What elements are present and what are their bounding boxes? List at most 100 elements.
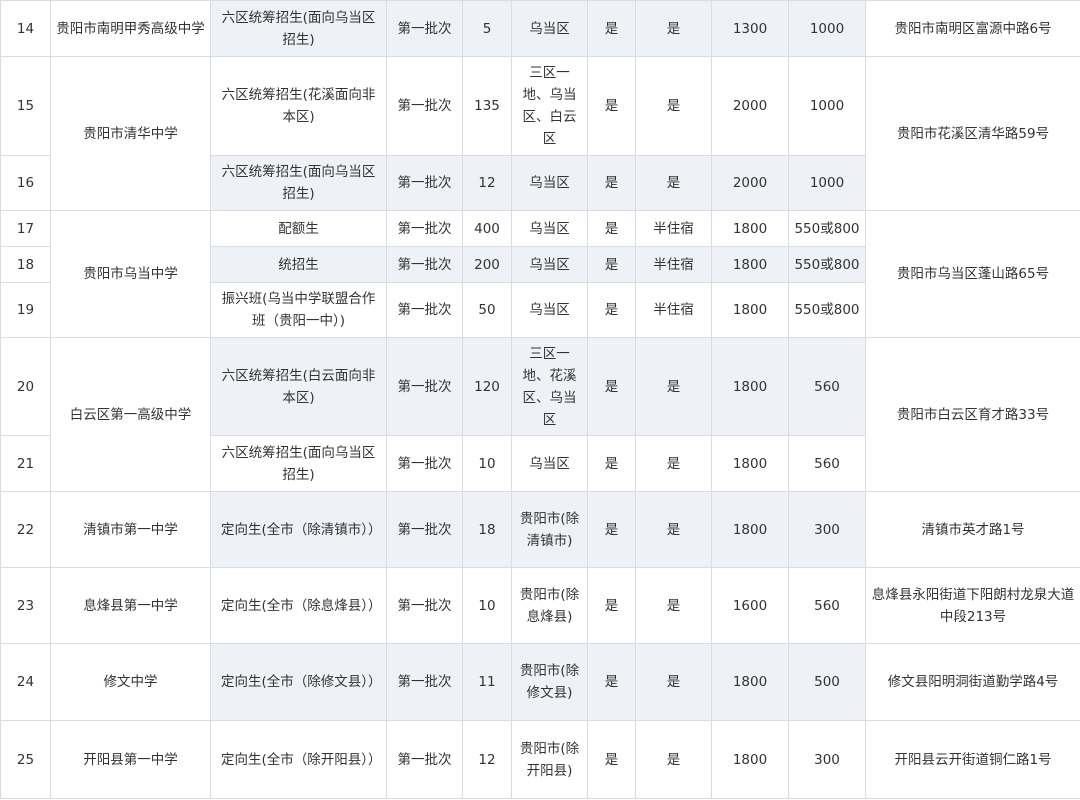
column-value: 是: [587, 337, 636, 436]
school-name: 修文中学: [50, 643, 211, 721]
school-name: 贵阳市南明甲秀高级中学: [50, 0, 211, 57]
row-number: 20: [0, 337, 51, 436]
batch: 第一批次: [386, 0, 463, 57]
table-row: 22 清镇市第一中学 定向生(全市（除清镇市）） 第一批次 18 贵阳市(除清镇…: [0, 491, 1080, 568]
row-number: 18: [0, 246, 51, 283]
boarding-value: 半住宿: [635, 210, 712, 247]
enrollment-type: 六区统筹招生(面向乌当区招生): [210, 435, 387, 492]
enrollment-type: 六区统筹招生(白云面向非本区): [210, 337, 387, 436]
school-name: 贵阳市乌当中学: [50, 210, 211, 338]
row-number: 25: [0, 720, 51, 799]
enrollment-area: 乌当区: [511, 155, 588, 211]
fee-value: 1800: [711, 337, 789, 436]
boarding-value: 是: [635, 491, 712, 568]
enrollment-type: 定向生(全市（除修文县））: [210, 643, 387, 721]
enrollment-type: 定向生(全市（除息烽县））: [210, 567, 387, 644]
school-address: 贵阳市南明区富源中路6号: [865, 0, 1080, 57]
enrollment-area: 乌当区: [511, 282, 588, 338]
column-value: 是: [587, 491, 636, 568]
fee-value: 1000: [788, 155, 866, 211]
enrollment-type: 定向生(全市（除清镇市））: [210, 491, 387, 568]
plan-count: 50: [462, 282, 512, 338]
enrollment-type: 六区统筹招生(面向乌当区招生): [210, 155, 387, 211]
row-number: 21: [0, 435, 51, 492]
fee-value: 1800: [711, 282, 789, 338]
enrollment-area: 贵阳市(除修文县): [511, 643, 588, 721]
column-value: 是: [587, 643, 636, 721]
boarding-value: 是: [635, 435, 712, 492]
fee-value: 560: [788, 435, 866, 492]
row-number: 15: [0, 56, 51, 156]
row-number: 16: [0, 155, 51, 211]
batch: 第一批次: [386, 435, 463, 492]
fee-value: 300: [788, 491, 866, 568]
plan-count: 11: [462, 643, 512, 721]
fee-value: 1800: [711, 491, 789, 568]
fee-value: 300: [788, 720, 866, 799]
enrollment-area: 贵阳市(除清镇市): [511, 491, 588, 568]
fee-value: 1800: [711, 643, 789, 721]
fee-value: 550或800: [788, 246, 866, 283]
table-row: 14 贵阳市南明甲秀高级中学 六区统筹招生(面向乌当区招生) 第一批次 5 乌当…: [0, 0, 1080, 57]
fee-value: 1000: [788, 0, 866, 57]
fee-value: 1800: [711, 720, 789, 799]
school-address: 清镇市英才路1号: [865, 491, 1080, 568]
boarding-value: 半住宿: [635, 282, 712, 338]
school-address: 修文县阳明洞街道勤学路4号: [865, 643, 1080, 721]
batch: 第一批次: [386, 210, 463, 247]
fee-value: 1000: [788, 56, 866, 156]
table-row: 24 修文中学 定向生(全市（除修文县）） 第一批次 11 贵阳市(除修文县) …: [0, 643, 1080, 721]
school-address: 贵阳市花溪区清华路59号: [865, 56, 1080, 211]
row-number: 24: [0, 643, 51, 721]
batch: 第一批次: [386, 282, 463, 338]
fee-value: 560: [788, 337, 866, 436]
plan-count: 12: [462, 155, 512, 211]
batch: 第一批次: [386, 56, 463, 156]
batch: 第一批次: [386, 720, 463, 799]
plan-count: 10: [462, 435, 512, 492]
boarding-value: 是: [635, 337, 712, 436]
column-value: 是: [587, 210, 636, 247]
row-number: 17: [0, 210, 51, 247]
school-address: 贵阳市乌当区蓬山路65号: [865, 210, 1080, 338]
plan-count: 18: [462, 491, 512, 568]
batch: 第一批次: [386, 643, 463, 721]
school-address: 息烽县永阳街道下阳朗村龙泉大道中段213号: [865, 567, 1080, 644]
fee-value: 500: [788, 643, 866, 721]
plan-count: 135: [462, 56, 512, 156]
enrollment-table: 14 贵阳市南明甲秀高级中学 六区统筹招生(面向乌当区招生) 第一批次 5 乌当…: [0, 0, 1080, 799]
table-row: 17 贵阳市乌当中学 配额生 第一批次 400 乌当区 是 半住宿 1800 5…: [0, 210, 1080, 338]
column-value: 是: [587, 56, 636, 156]
fee-value: 560: [788, 567, 866, 644]
enrollment-type: 统招生: [210, 246, 387, 283]
table-row: 20 白云区第一高级中学 六区统筹招生(白云面向非本区) 第一批次 120 三区…: [0, 337, 1080, 492]
enrollment-type: 六区统筹招生(面向乌当区招生): [210, 0, 387, 57]
school-address: 贵阳市白云区育才路33号: [865, 337, 1080, 492]
enrollment-area: 乌当区: [511, 0, 588, 57]
table-row: 23 息烽县第一中学 定向生(全市（除息烽县）） 第一批次 10 贵阳市(除息烽…: [0, 567, 1080, 644]
plan-count: 400: [462, 210, 512, 247]
enrollment-area: 三区一地、花溪区、乌当区: [511, 337, 588, 436]
batch: 第一批次: [386, 567, 463, 644]
row-number: 14: [0, 0, 51, 57]
enrollment-type: 配额生: [210, 210, 387, 247]
enrollment-area: 三区一地、乌当区、白云区: [511, 56, 588, 156]
batch: 第一批次: [386, 491, 463, 568]
boarding-value: 是: [635, 567, 712, 644]
plan-count: 5: [462, 0, 512, 57]
enrollment-type: 振兴班(乌当中学联盟合作班（贵阳一中）): [210, 282, 387, 338]
enrollment-type: 六区统筹招生(花溪面向非本区): [210, 56, 387, 156]
batch: 第一批次: [386, 155, 463, 211]
boarding-value: 是: [635, 0, 712, 57]
plan-count: 200: [462, 246, 512, 283]
row-number: 22: [0, 491, 51, 568]
column-value: 是: [587, 282, 636, 338]
column-value: 是: [587, 435, 636, 492]
school-name: 开阳县第一中学: [50, 720, 211, 799]
plan-count: 12: [462, 720, 512, 799]
enrollment-area: 乌当区: [511, 435, 588, 492]
enrollment-area: 贵阳市(除息烽县): [511, 567, 588, 644]
fee-value: 1800: [711, 435, 789, 492]
enrollment-area: 乌当区: [511, 210, 588, 247]
table-row: 25 开阳县第一中学 定向生(全市（除开阳县）） 第一批次 12 贵阳市(除开阳…: [0, 720, 1080, 799]
